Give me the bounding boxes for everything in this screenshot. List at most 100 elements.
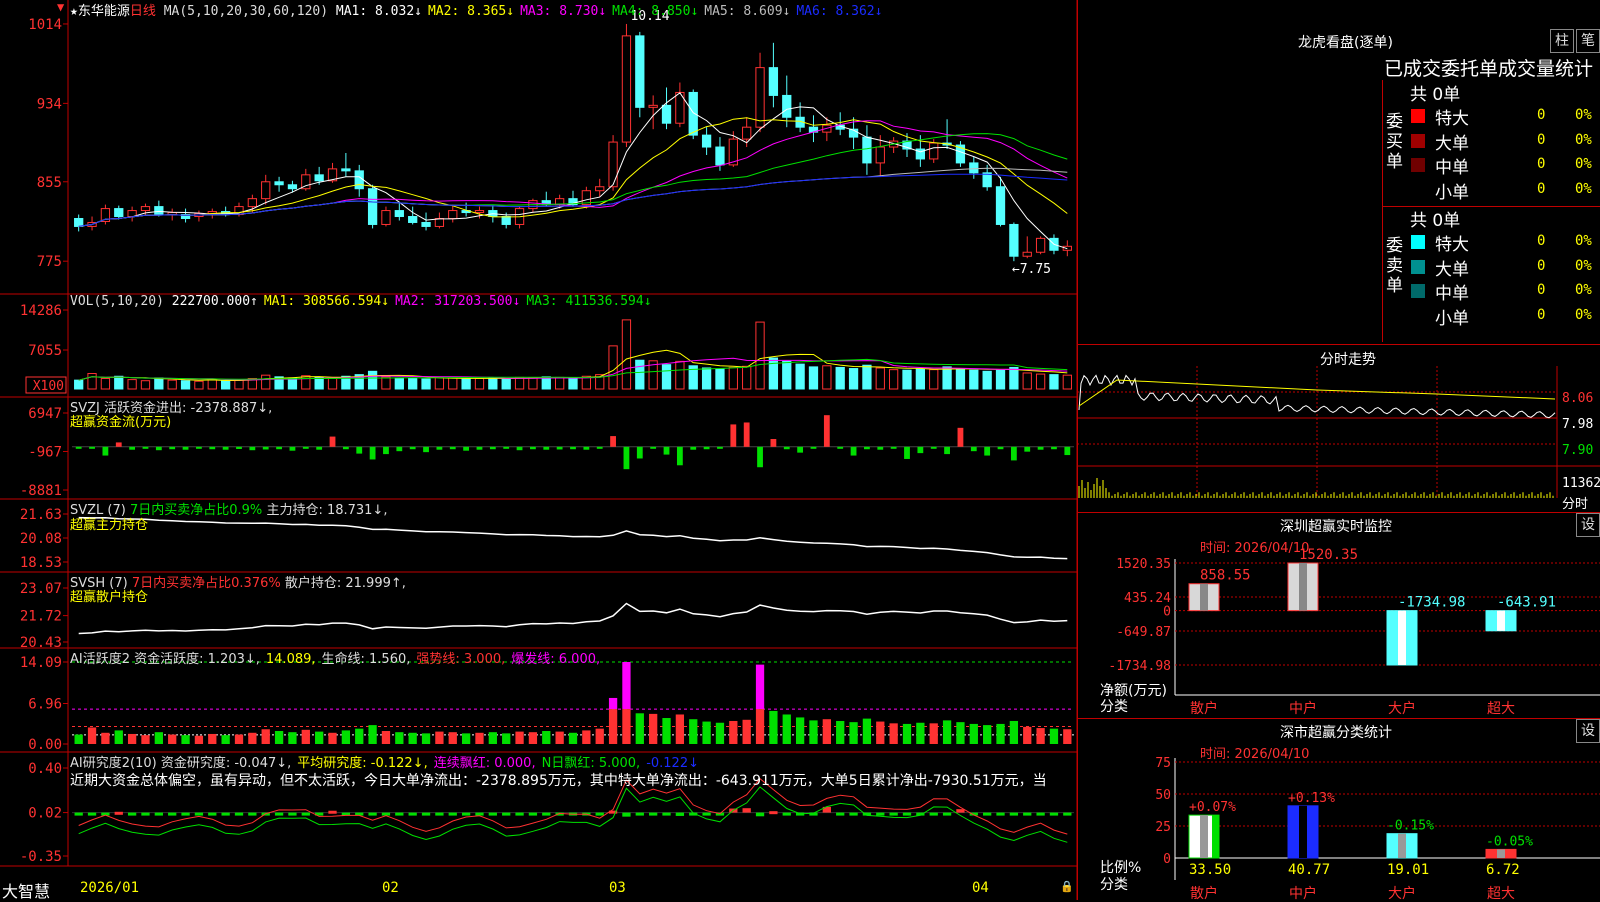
ai1-bar bbox=[755, 709, 765, 744]
stats-change-1: +0.13% bbox=[1288, 791, 1335, 806]
ai2-bar bbox=[502, 812, 511, 816]
app-logo: 大智慧 bbox=[2, 882, 51, 901]
sell-pct-3: 0% bbox=[1575, 306, 1592, 323]
volume-bar bbox=[969, 369, 979, 390]
volume-bar bbox=[929, 369, 939, 390]
ai2-bar bbox=[876, 812, 885, 816]
sell-swatch-0 bbox=[1411, 235, 1425, 249]
lock-icon[interactable]: 🔒 bbox=[1060, 880, 1074, 893]
svsh-ytick-2: 20.43 bbox=[20, 635, 62, 651]
monitor-settings-button[interactable]: 设 bbox=[1576, 513, 1600, 537]
volume-bar bbox=[180, 380, 191, 390]
ai1-bar bbox=[74, 734, 83, 744]
ai1-bar bbox=[461, 733, 471, 744]
volume-bar bbox=[835, 366, 845, 390]
candle-body bbox=[434, 218, 445, 227]
ai1-bar bbox=[421, 733, 431, 744]
svzj-bar bbox=[864, 446, 870, 450]
stats-value-0: 33.50 bbox=[1189, 862, 1231, 878]
ai2-bar bbox=[208, 812, 217, 816]
svzj-bar bbox=[289, 446, 296, 451]
ai2-bar bbox=[168, 812, 177, 816]
volume-bar bbox=[862, 364, 872, 390]
ai1-bar bbox=[341, 730, 351, 744]
svzj-bar bbox=[182, 446, 189, 450]
svzj-bar bbox=[383, 446, 389, 455]
ai2-bar bbox=[849, 812, 858, 816]
volume-bar bbox=[488, 377, 498, 390]
svzj-bar bbox=[944, 446, 950, 455]
svzj-bar bbox=[516, 446, 523, 451]
svzj-bar bbox=[169, 446, 176, 450]
ai2-header: AI研究度2(10) 资金研究度: -0.047↓, 平均研究度: -0.122↓… bbox=[70, 752, 705, 771]
ai2-bar bbox=[782, 812, 791, 816]
volume-bar bbox=[474, 377, 485, 390]
ai2-bar bbox=[74, 812, 83, 816]
candle-body bbox=[608, 141, 618, 188]
ai1-bar bbox=[301, 729, 310, 744]
ai2-bar bbox=[194, 812, 204, 816]
volume-bar bbox=[782, 360, 792, 390]
volume-bar bbox=[154, 377, 164, 390]
ai2-bar bbox=[542, 812, 551, 816]
intraday-chart[interactable] bbox=[1077, 366, 1600, 516]
svzj-bar bbox=[489, 446, 496, 450]
ai1-bar bbox=[876, 721, 885, 744]
ai2-bar bbox=[528, 812, 538, 816]
volume-bar bbox=[848, 368, 859, 390]
volume-bar bbox=[541, 376, 551, 390]
svzj-bar bbox=[583, 446, 590, 450]
candle-body bbox=[715, 146, 725, 166]
ai1-bar bbox=[408, 732, 417, 744]
ai2-bar bbox=[475, 812, 484, 816]
ma-value-3: MA3: 8.730↓ bbox=[520, 4, 607, 19]
candle-body bbox=[768, 67, 779, 96]
volume-bar bbox=[728, 366, 738, 390]
period-label[interactable]: 日线 bbox=[130, 4, 156, 19]
x-label-jan: 2026/01 bbox=[80, 880, 140, 896]
monitor-bar-label-2: -1734.98 bbox=[1398, 595, 1465, 611]
ai2-item-4: -0.122↓ bbox=[646, 756, 699, 771]
stats-settings-button[interactable]: 设 bbox=[1576, 719, 1600, 743]
svzj-bar bbox=[329, 436, 336, 447]
sell-name-3: 小单 bbox=[1435, 308, 1469, 329]
candle-body bbox=[648, 104, 658, 108]
volume-bar bbox=[100, 377, 111, 390]
ai1-bar bbox=[568, 732, 578, 744]
ai1-bar bbox=[448, 732, 457, 744]
ma-indicator: MA(5,10,20,30,60,120) bbox=[163, 4, 329, 19]
ai2-bar bbox=[181, 812, 190, 816]
tick-view-button[interactable]: 笔 bbox=[1576, 29, 1600, 53]
ai2-bar bbox=[889, 812, 898, 816]
svzj-bar bbox=[904, 446, 910, 459]
price-ytick-3: 775 bbox=[37, 254, 62, 270]
stats-cat-3: 超大 bbox=[1487, 886, 1515, 900]
volume-bar bbox=[127, 379, 137, 390]
volume-bar bbox=[327, 377, 338, 390]
volume-bar bbox=[514, 376, 525, 390]
vol-panel-header: VOL(5,10,20) 222700.000↑ MA1: 308566.594↓… bbox=[70, 294, 658, 309]
vol-unit-label: X100 bbox=[33, 379, 64, 394]
volume-bar bbox=[888, 369, 899, 390]
ai2-bar bbox=[381, 812, 391, 816]
ai1-bar bbox=[649, 713, 658, 744]
stats-bar-edge bbox=[1410, 833, 1417, 858]
sell-name-2: 中单 bbox=[1435, 284, 1469, 304]
ai2-bar bbox=[595, 812, 604, 816]
ai1-bar bbox=[689, 719, 698, 744]
svzl-line bbox=[78, 516, 1068, 560]
candle-body bbox=[341, 168, 351, 172]
stats-top-border bbox=[1077, 718, 1600, 719]
ai1-bar bbox=[729, 720, 738, 744]
stats-chart[interactable]: 75 50 25 0 +0.07% 33.50 散户 +0.13% 40.77 中户 -0.15% 1… bbox=[1077, 750, 1600, 900]
vol-values: 222700.000↑ MA1: 308566.594↓ MA2: 317203.5… bbox=[172, 294, 658, 309]
svzj-bar bbox=[129, 446, 136, 450]
stats-value-1: 40.77 bbox=[1288, 862, 1330, 878]
volume-bar bbox=[554, 376, 565, 390]
candle-body bbox=[167, 212, 177, 216]
buy-count-3: 0 bbox=[1537, 180, 1546, 197]
bar-view-button[interactable]: 柱 bbox=[1550, 29, 1574, 53]
ai2-bar bbox=[755, 812, 765, 817]
ai1-item-2: 生命线: 1.560, bbox=[321, 652, 411, 667]
candle-body bbox=[701, 134, 712, 148]
